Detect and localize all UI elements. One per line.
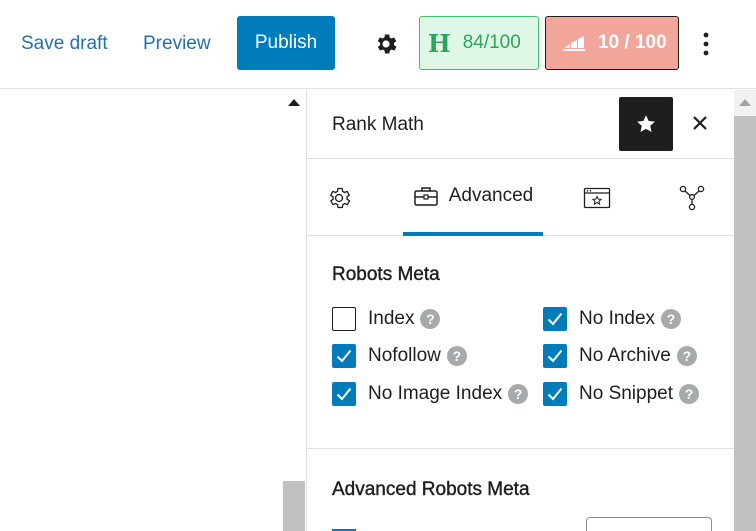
robots-meta-section: Robots Meta Index ? No Index ? Nofollow … bbox=[307, 237, 735, 449]
help-icon[interactable]: ? bbox=[661, 309, 682, 329]
advanced-robots-meta-title: Advanced Robots Meta bbox=[332, 479, 530, 500]
scroll-up-arrow-icon[interactable] bbox=[288, 99, 300, 106]
checkbox-label: No Snippet bbox=[579, 383, 674, 404]
scroll-up-arrow-icon[interactable] bbox=[739, 99, 751, 106]
help-icon[interactable]: ? bbox=[679, 384, 700, 404]
help-icon[interactable]: ? bbox=[676, 346, 697, 366]
checkmark-icon bbox=[547, 312, 563, 326]
gear-icon bbox=[377, 34, 397, 54]
star-icon bbox=[637, 115, 655, 132]
checkbox-label: Index bbox=[368, 308, 415, 329]
checkbox-nofollow[interactable] bbox=[332, 344, 356, 368]
content-score-badge[interactable]: 10 / 100 bbox=[545, 16, 679, 70]
checkbox-label: Nofollow bbox=[368, 345, 441, 366]
sidebar-header: Rank Math bbox=[307, 90, 735, 159]
checkbox-no-snippet[interactable] bbox=[543, 382, 567, 406]
checkbox-no-archive[interactable] bbox=[543, 344, 567, 368]
tab-general[interactable] bbox=[317, 160, 361, 236]
tab-advanced[interactable]: Advanced bbox=[403, 160, 543, 236]
editor-canvas[interactable] bbox=[0, 90, 306, 531]
close-sidebar-button[interactable] bbox=[687, 110, 713, 136]
help-icon[interactable]: ? bbox=[508, 384, 529, 404]
tab-advanced-label: Advanced bbox=[448, 185, 534, 206]
checkmark-icon bbox=[336, 349, 352, 363]
checkmark-icon bbox=[336, 387, 352, 401]
content-score-value: 10 / 100 bbox=[598, 32, 667, 53]
advanced-robots-input[interactable] bbox=[586, 517, 712, 531]
help-icon[interactable]: ? bbox=[420, 309, 441, 329]
editor-toolbar: Save draft Preview Publish H 84/100 10 /… bbox=[0, 0, 756, 89]
rank-math-sidebar: Rank Math Advanced Robots Meta Index ? N… bbox=[306, 90, 735, 531]
seo-score-logo-icon: H bbox=[428, 28, 451, 58]
robots-option-nofollow[interactable]: Nofollow ? bbox=[332, 344, 467, 368]
canvas-scrollbar-thumb[interactable] bbox=[283, 481, 305, 531]
seo-score-value: 84/100 bbox=[462, 32, 521, 53]
checkmark-icon bbox=[547, 349, 563, 363]
robots-option-index[interactable]: Index ? bbox=[332, 307, 441, 331]
gear-icon bbox=[329, 187, 351, 209]
pin-sidebar-button[interactable] bbox=[619, 97, 673, 151]
robots-option-no-image-index[interactable]: No Image Index ? bbox=[332, 382, 529, 406]
settings-button[interactable] bbox=[369, 27, 403, 61]
canvas-scrollbar[interactable] bbox=[283, 90, 305, 531]
tab-social[interactable] bbox=[672, 160, 712, 236]
kebab-menu-icon bbox=[703, 32, 709, 56]
publish-button[interactable]: Publish bbox=[237, 16, 335, 70]
preview-button[interactable]: Preview bbox=[143, 31, 211, 57]
content-ai-icon bbox=[563, 36, 585, 51]
tab-schema[interactable] bbox=[577, 160, 617, 236]
help-icon[interactable]: ? bbox=[446, 346, 467, 366]
sidebar-title: Rank Math bbox=[332, 114, 424, 135]
save-draft-button[interactable]: Save draft bbox=[21, 31, 108, 57]
schema-icon bbox=[583, 187, 611, 209]
sidebar-scrollbar-thumb[interactable] bbox=[734, 116, 756, 531]
close-icon bbox=[693, 116, 707, 130]
seo-score-badge[interactable]: H 84/100 bbox=[419, 16, 539, 70]
checkbox-index[interactable] bbox=[332, 307, 356, 331]
social-share-icon bbox=[679, 185, 705, 211]
more-options-button[interactable] bbox=[695, 27, 717, 61]
robots-option-no-archive[interactable]: No Archive ? bbox=[543, 344, 697, 368]
robots-meta-title: Robots Meta bbox=[332, 264, 440, 285]
checkbox-no-index[interactable] bbox=[543, 307, 567, 331]
robots-option-no-index[interactable]: No Index ? bbox=[543, 307, 682, 331]
briefcase-icon bbox=[413, 187, 438, 206]
checkmark-icon bbox=[547, 387, 563, 401]
sidebar-tabs: Advanced bbox=[307, 160, 735, 236]
checkbox-no-image-index[interactable] bbox=[332, 382, 356, 406]
robots-option-no-snippet[interactable]: No Snippet ? bbox=[543, 382, 700, 406]
checkbox-label: No Image Index bbox=[368, 383, 503, 404]
checkbox-label: No Index bbox=[579, 308, 656, 329]
sidebar-scrollbar[interactable] bbox=[734, 90, 756, 531]
checkbox-label: No Archive bbox=[579, 345, 671, 366]
